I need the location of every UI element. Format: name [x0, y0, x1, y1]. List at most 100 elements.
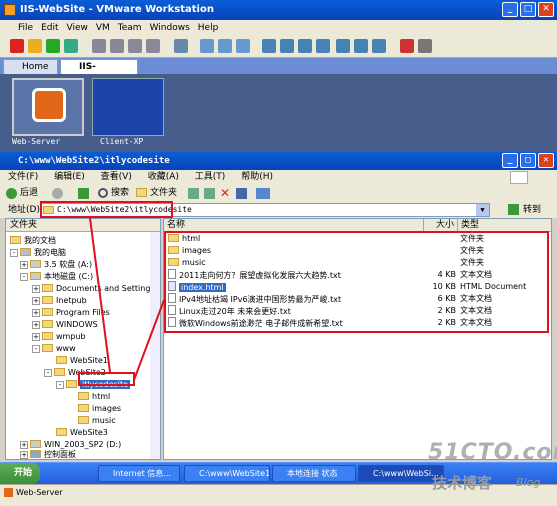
menu-help[interactable]: 帮助(H) — [241, 172, 273, 182]
sidebar-icon[interactable] — [262, 39, 276, 53]
tree-item[interactable]: WebSite3 — [56, 427, 108, 439]
menu-view[interactable]: View — [63, 20, 92, 36]
move-to-icon[interactable] — [188, 188, 199, 199]
search-button[interactable]: 搜索 — [111, 185, 129, 202]
folder-tree-header: 文件夹 — [6, 219, 160, 232]
tree-item[interactable]: 我的文档 — [10, 235, 56, 247]
tree-item[interactable]: - 本地磁盘 (C:) — [20, 271, 93, 283]
menu-windows[interactable]: Windows — [146, 20, 194, 36]
fullscreen-icon[interactable] — [200, 39, 214, 53]
console-icon[interactable] — [336, 39, 350, 53]
tabs-icon[interactable] — [280, 39, 294, 53]
explorer-maximize-button[interactable]: □ — [520, 153, 536, 168]
watermark-blog: Blog — [516, 476, 541, 489]
thumbnail-bar-icon[interactable] — [298, 39, 312, 53]
power-on-icon[interactable] — [46, 39, 60, 53]
taskbar-item[interactable]: Internet 信息... — [98, 465, 180, 482]
undo-icon[interactable] — [236, 188, 247, 199]
reset-icon[interactable] — [64, 39, 78, 53]
folders-icon[interactable] — [136, 188, 147, 197]
back-button[interactable]: 后退 — [20, 185, 38, 202]
tree-item[interactable]: music — [78, 415, 116, 427]
go-button[interactable]: 转到 — [523, 202, 541, 218]
revert-icon[interactable] — [110, 39, 124, 53]
views-icon[interactable] — [256, 188, 270, 199]
quick-switch-icon[interactable] — [218, 39, 232, 53]
minimize-button[interactable]: _ — [502, 2, 518, 17]
tree-item[interactable]: +3.5 软盘 (A:) — [20, 259, 92, 271]
thumbnail-client-xp[interactable] — [92, 78, 164, 136]
tab-home[interactable]: Home — [3, 59, 58, 74]
vmware-title-bar: IIS-WebSite - VMware Workstation _ □ ✕ — [0, 0, 557, 20]
stretch-icon[interactable] — [372, 39, 386, 53]
pause-icon[interactable] — [28, 39, 42, 53]
team-icon[interactable] — [174, 39, 188, 53]
taskbar-item[interactable]: C:\www\WebSite1 — [184, 465, 270, 482]
replay-icon[interactable] — [418, 39, 432, 53]
summary-icon[interactable] — [316, 39, 330, 53]
view-icon[interactable] — [354, 39, 368, 53]
tree-item[interactable]: + Inetpub — [32, 295, 87, 307]
windows-flag-icon — [510, 171, 528, 184]
address-dropdown-icon[interactable]: ▼ — [476, 204, 489, 216]
back-arrow-icon[interactable] — [6, 188, 17, 199]
tab-iis-website[interactable]: IIS-WebSite — [60, 59, 138, 86]
search-icon[interactable] — [98, 188, 108, 198]
copy-to-icon[interactable] — [204, 188, 215, 199]
tree-item[interactable]: - www — [32, 343, 76, 355]
menu-edit[interactable]: Edit — [37, 20, 62, 36]
tree-item[interactable]: - 我的电脑 — [10, 247, 66, 259]
record-icon[interactable] — [400, 39, 414, 53]
start-button[interactable]: 开始 — [0, 463, 40, 484]
vmware-tab-bar: Home IIS-WebSite — [0, 58, 557, 86]
up-folder-icon[interactable] — [78, 188, 89, 199]
vm-status-icon — [4, 488, 13, 497]
vmware-menu-bar: File Edit View VM Team Windows Help — [0, 20, 557, 36]
explorer-toolbar: 后退 搜索 文件夹 ✕ — [0, 185, 557, 202]
menu-view[interactable]: 查看(V) — [101, 172, 132, 182]
annotation-address-box — [40, 201, 173, 218]
watermark-brand: 51CTO.com — [428, 440, 557, 465]
address-label: 地址(D) — [8, 205, 40, 215]
tree-item[interactable]: + 控制面板 — [20, 449, 76, 459]
window-title: IIS-WebSite - VMware Workstation — [20, 4, 214, 15]
menu-file[interactable]: File — [14, 20, 37, 36]
vm-thumbnail-bar: Web-Server Client-XP — [0, 74, 557, 152]
close-button[interactable]: ✕ — [538, 2, 554, 17]
vmware-toolbar — [0, 36, 557, 58]
tree-scrollbar[interactable] — [150, 232, 160, 459]
taskbar-item[interactable]: 本地连接 状态 — [272, 465, 356, 482]
explorer-close-button[interactable]: ✕ — [538, 153, 554, 168]
explorer-title-bar: C:\www\WebSite2\itlycodesite _ □ ✕ — [0, 152, 557, 170]
menu-file[interactable]: 文件(F) — [8, 172, 38, 182]
delete-icon[interactable]: ✕ — [220, 185, 230, 202]
thumbnail-label: Client-XP — [100, 137, 144, 146]
menu-tools[interactable]: 工具(T) — [195, 172, 226, 182]
menu-help[interactable]: Help — [194, 20, 223, 36]
menu-favorites[interactable]: 收藏(A) — [148, 172, 179, 182]
explorer-menu-bar: 文件(F) 编辑(E) 查看(V) 收藏(A) 工具(T) 帮助(H) — [0, 170, 557, 185]
vmware-logo-icon — [32, 88, 66, 122]
tree-item[interactable]: + Documents and Settings — [32, 283, 155, 295]
thumbnail-web-server[interactable] — [12, 78, 84, 136]
snapshot-manager-icon[interactable] — [128, 39, 142, 53]
explorer-title: C:\www\WebSite2\itlycodesite — [18, 156, 170, 166]
tree-item[interactable]: + Program Files — [32, 307, 110, 319]
tree-item[interactable]: html — [78, 391, 110, 403]
go-arrow-icon[interactable] — [508, 204, 519, 215]
power-off-icon[interactable] — [10, 39, 24, 53]
tree-item[interactable]: + wmpub — [32, 331, 86, 343]
menu-edit[interactable]: 编辑(E) — [54, 172, 85, 182]
folders-button[interactable]: 文件夹 — [150, 185, 177, 202]
unity-icon[interactable] — [236, 39, 250, 53]
menu-vm[interactable]: VM — [92, 20, 114, 36]
explorer-minimize-button[interactable]: _ — [502, 153, 518, 168]
forward-arrow-icon[interactable] — [52, 188, 63, 199]
clone-icon[interactable] — [146, 39, 160, 53]
menu-team[interactable]: Team — [114, 20, 146, 36]
tree-item[interactable]: images — [78, 403, 121, 415]
tree-item[interactable]: WebSite1 — [56, 355, 108, 367]
maximize-button[interactable]: □ — [520, 2, 536, 17]
tree-item[interactable]: + WINDOWS — [32, 319, 98, 331]
snapshot-icon[interactable] — [92, 39, 106, 53]
